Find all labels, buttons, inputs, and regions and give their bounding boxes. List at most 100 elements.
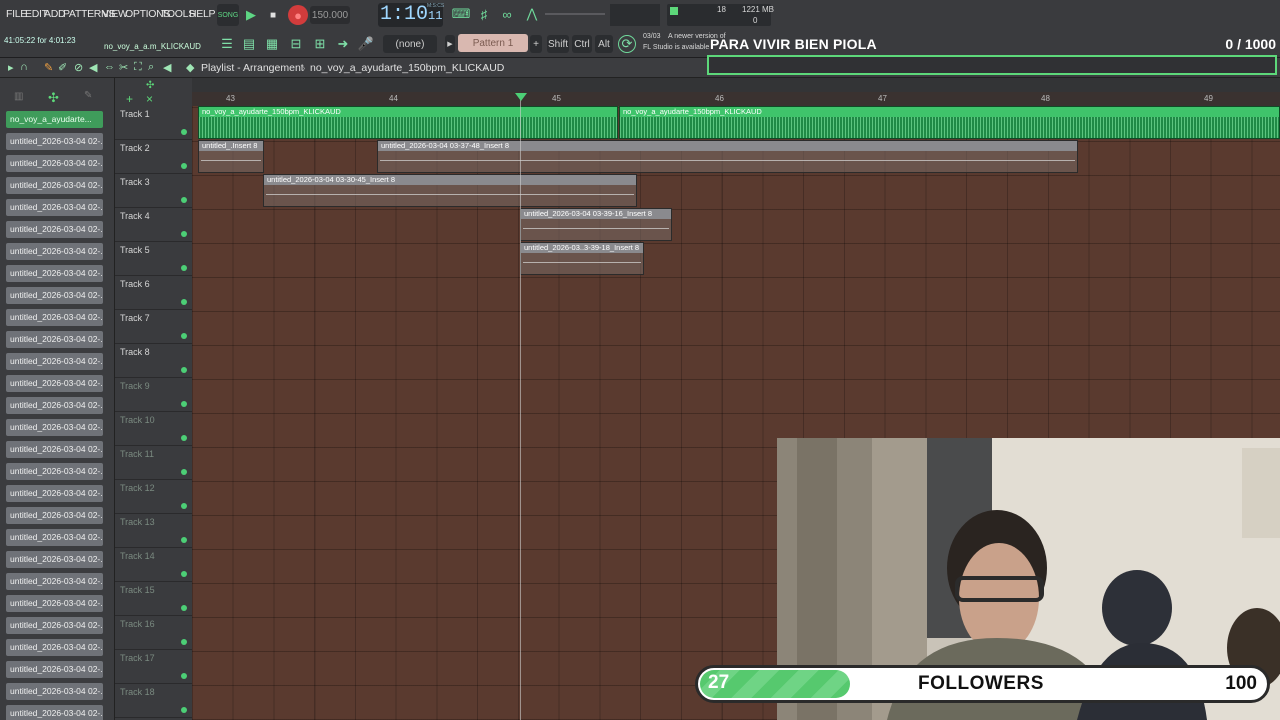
clip-list-item[interactable]: untitled_2026-03-04 02-... [6,243,103,260]
clip-list-item[interactable]: untitled_2026-03-04 02-... [6,573,103,590]
clip-list-item[interactable]: untitled_2026-03-04 02-... [6,397,103,414]
audio-clip[interactable]: untitled_2026-03..3-39-18_Insert 8 [520,242,644,275]
clip-list-item[interactable]: untitled_2026-03-04 02-... [6,353,103,370]
playlist-song-name[interactable]: no_voy_a_ayudarte_150bpm_KLICKAUD [310,62,504,74]
clip-list-item[interactable]: untitled_2026-03-04 02-... [6,683,103,700]
typing-keyboard-icon[interactable]: ⌨ [452,5,471,23]
clip-list-item[interactable]: untitled_2026-03-04 02-... [6,463,103,480]
playlist-icon[interactable]: ☰ [218,35,236,53]
track-enable-icon[interactable] [181,265,187,271]
playlist-arrows-icon[interactable]: ◆ [186,61,194,74]
track-enable-icon[interactable] [181,197,187,203]
clip-list-item[interactable]: untitled_2026-03-04 02-... [6,265,103,282]
slice-tool-icon[interactable]: ✂ [119,61,128,74]
track-header[interactable]: Track 13 [115,514,192,548]
clip-list-item[interactable]: untitled_2026-03-04 02-... [6,177,103,194]
update-icon[interactable]: ⟳ [618,35,636,53]
clip-list-item[interactable]: untitled_2026-03-04 02-... [6,331,103,348]
metronome-icon[interactable]: ⋀ [523,5,541,23]
ctrl-button[interactable]: Ctrl [572,35,592,53]
track-enable-icon[interactable] [181,605,187,611]
clip-list-item[interactable]: untitled_2026-03-04 02-... [6,287,103,304]
delete-tool-icon[interactable]: ⊘ [74,61,83,74]
playback-tool-icon[interactable]: ◀ [163,61,171,74]
clip-list-item[interactable]: untitled_2026-03-04 02-... [6,529,103,546]
track-enable-icon[interactable] [181,435,187,441]
track-header[interactable]: Track 8 [115,344,192,378]
track-header[interactable]: Track 1 [115,106,192,140]
pattern-prev-button[interactable]: ▶ [445,35,455,53]
remove-track-icon[interactable]: × [146,92,153,106]
piano-roll-icon[interactable]: ▦ [263,35,281,53]
clip-list-item[interactable]: untitled_2026-03-04 02-... [6,309,103,326]
magnet-icon[interactable]: ∩ [20,61,28,73]
clip-list-item[interactable]: untitled_2026-03-04 02-... [6,551,103,568]
add-pattern-button[interactable]: + [530,35,542,53]
panel-pattern-icon[interactable]: ▥ [14,91,23,102]
track-enable-icon[interactable] [181,503,187,509]
track-header[interactable]: Track 4 [115,208,192,242]
menu-view[interactable]: VIEW [102,8,128,20]
clip-list-item[interactable]: untitled_2026-03-04 02-... [6,595,103,612]
audio-clip[interactable]: no_voy_a_ayudarte_150bpm_KLICKAUD [619,106,1280,139]
master-volume-slider[interactable] [545,13,605,15]
track-header[interactable]: Track 16 [115,616,192,650]
audio-clip[interactable]: no_voy_a_ayudarte_150bpm_KLICKAUD [198,106,618,139]
track-enable-icon[interactable] [181,673,187,679]
tempo-field[interactable]: 150.000 [310,6,350,24]
track-enable-icon[interactable] [181,401,187,407]
clip-list-item[interactable]: untitled_2026-03-04 02-... [6,661,103,678]
clip-list-item[interactable]: untitled_2026-03-04 02-... [6,705,103,720]
horizontal-scrollbar[interactable] [192,78,1280,92]
timeline-ruler[interactable]: 43 44 45 46 47 48 49 [192,92,1280,106]
select-tool-icon[interactable]: ⛶ [134,61,142,74]
track-header[interactable]: Track 7 [115,310,192,344]
track-header[interactable]: Track 17 [115,650,192,684]
clip-list-item[interactable]: untitled_2026-03-04 02-... [6,133,103,150]
menu-file[interactable]: FILE [6,8,27,20]
track-enable-icon[interactable] [181,571,187,577]
clip-list-item[interactable]: untitled_2026-03-04 02-... [6,617,103,634]
playhead-marker[interactable] [515,93,527,101]
track-header-drag-icon[interactable]: ✣ [146,80,154,91]
zoom-tool-icon[interactable]: ⌕ [148,61,154,74]
clip-list-item[interactable]: untitled_2026-03-04 02-... [6,221,103,238]
snap-select[interactable]: (none) [383,35,437,53]
track-header[interactable]: Track 18 [115,684,192,718]
track-header[interactable]: Track 14 [115,548,192,582]
microphone-icon[interactable]: 🎤 [357,35,375,53]
clip-list-item[interactable]: untitled_2026-03-04 02-... [6,441,103,458]
stop-icon[interactable]: ■ [264,6,282,24]
clip-list-item[interactable]: untitled_2026-03-04 02-... [6,199,103,216]
track-enable-icon[interactable] [181,367,187,373]
channel-rack-icon[interactable]: ▤ [240,35,258,53]
track-header[interactable]: Track 12 [115,480,192,514]
track-header[interactable]: Track 5 [115,242,192,276]
track-enable-icon[interactable] [181,469,187,475]
mixer-icon[interactable]: ⊟ [287,35,305,53]
menu-help[interactable]: HELP [189,8,216,20]
track-enable-icon[interactable] [181,163,187,169]
alt-button[interactable]: Alt [595,35,613,53]
track-header[interactable]: Track 15 [115,582,192,616]
clip-list-item[interactable]: untitled_2026-03-04 02-... [6,419,103,436]
audio-clip[interactable]: untitled_2026-03-04 03-37-48_Insert 8 [377,140,1078,173]
record-icon[interactable]: ● [288,5,308,25]
track-header[interactable]: Track 9 [115,378,192,412]
clip-list-item[interactable]: untitled_2026-03-04 02-... [6,155,103,172]
loop-record-icon[interactable]: ∞ [498,5,516,23]
panel-pen-icon[interactable]: ✎ [84,90,92,101]
track-header[interactable]: Track 6 [115,276,192,310]
mute-tool-icon[interactable]: ◀ [89,61,97,74]
panel-drag-icon[interactable]: ✣ [48,90,59,106]
track-enable-icon[interactable] [181,299,187,305]
clip-list-item[interactable]: untitled_2026-03-04 02-... [6,507,103,524]
clip-list-item[interactable]: untitled_2026-03-04 02-... [6,375,103,392]
audio-clip[interactable]: untitled_2026-03-04 03-39-16_Insert 8 [520,208,672,241]
clip-list-item[interactable]: untitled_2026-03-04 02-... [6,639,103,656]
song-mode-toggle[interactable]: SONG [217,4,239,26]
clip-list-item[interactable]: untitled_2026-03-04 02-... [6,485,103,502]
track-enable-icon[interactable] [181,333,187,339]
play-icon[interactable]: ▶ [242,6,260,24]
track-header[interactable]: Track 10 [115,412,192,446]
